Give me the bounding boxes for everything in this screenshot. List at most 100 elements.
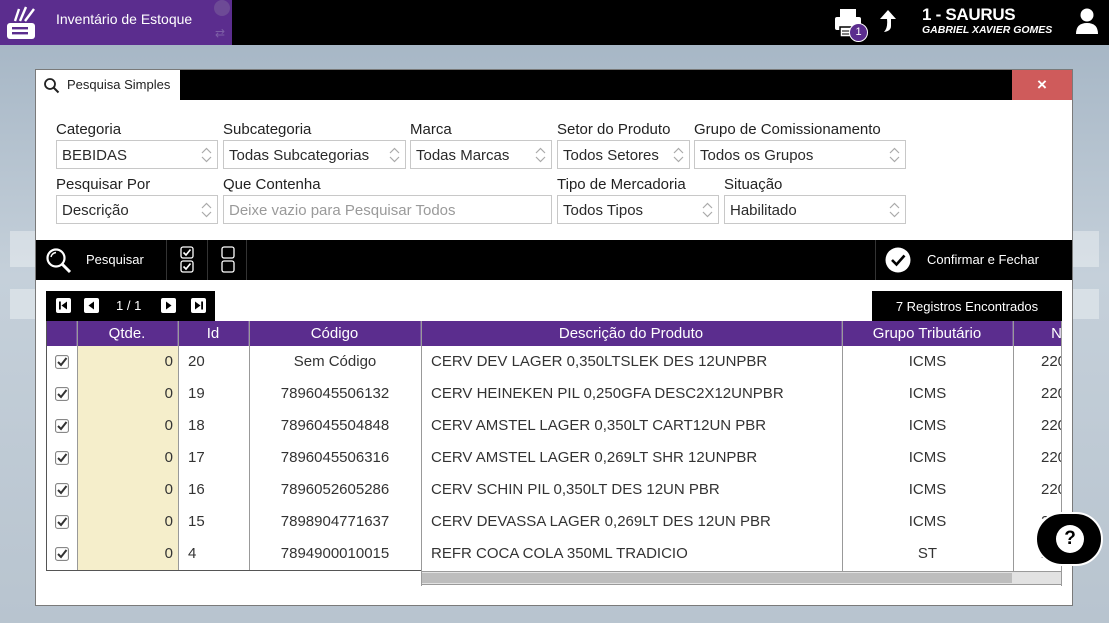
stack-logo-icon [7, 6, 35, 39]
tab-simple-search[interactable]: Pesquisa Simples [36, 70, 180, 100]
table-row[interactable]: 0 16 7896052605286 CERV SCHIN PIL 0,350LT D… [46, 474, 1062, 506]
table-row[interactable]: 0 17 7896045506316 CERV AMSTEL LAGER 0,269L… [46, 442, 1062, 474]
goods-type-value: Todos Tipos [563, 202, 644, 219]
first-page-icon [59, 301, 67, 310]
cell-code: Sem Código [293, 353, 377, 370]
sector-label: Setor do Produto [557, 121, 671, 138]
upload-arrow-icon[interactable] [878, 8, 898, 34]
cell-qty[interactable]: 0 [77, 538, 178, 570]
row-checkbox[interactable] [46, 442, 77, 474]
column-header-tax-group[interactable]: Grupo Tributário [842, 321, 1013, 346]
scrollbar-thumb[interactable] [422, 573, 1012, 583]
table-row[interactable]: 0 4 7894900010015 REFR COCA COLA 350ML TRAD… [46, 538, 1062, 570]
column-header-next[interactable]: N [1013, 321, 1062, 346]
cell-description: CERV AMSTEL LAGER 0,269LT SHR 12UNPBR [431, 449, 758, 466]
sector-select[interactable]: Todos Setores [557, 140, 690, 169]
cell-code: 7898904771637 [280, 513, 390, 530]
cell-id: 19 [188, 385, 205, 402]
goods-type-label: Tipo de Mercadoria [557, 176, 686, 193]
column-header-code[interactable]: Código [249, 321, 421, 346]
cell-qty[interactable]: 0 [77, 506, 178, 538]
app-title: Inventário de Estoque [56, 11, 193, 27]
table-row[interactable]: 0 15 7898904771637 CERV DEVASSA LAGER 0,269… [46, 506, 1062, 538]
status-select[interactable]: Habilitado [724, 195, 906, 224]
contains-field[interactable] [223, 195, 552, 224]
page-indicator: 1 / 1 [116, 298, 142, 313]
prev-page-button[interactable] [84, 298, 99, 313]
table-row[interactable]: 0 19 7896045506132 CERV HEINEKEN PIL 0,250G… [46, 378, 1062, 410]
category-select[interactable]: BEBIDAS [56, 140, 218, 169]
next-page-button[interactable] [161, 298, 176, 313]
row-checkbox[interactable] [46, 474, 77, 506]
category-value: BEBIDAS [62, 147, 128, 164]
grid-line [178, 321, 179, 571]
table-row[interactable]: 0 18 7896045504848 CERV AMSTEL LAGER 0,350L… [46, 410, 1062, 442]
updown-arrow-icon [702, 202, 713, 218]
goods-type-select[interactable]: Todos Tipos [557, 195, 719, 224]
next-page-icon [166, 301, 172, 310]
cell-id: 20 [188, 353, 205, 370]
contains-input[interactable] [229, 202, 549, 219]
check-circle-icon [885, 247, 911, 273]
sector-value: Todos Setores [563, 147, 659, 164]
commission-group-select[interactable]: Todos os Grupos [694, 140, 906, 169]
select-all-icon[interactable] [180, 246, 194, 274]
user-icon[interactable] [1075, 7, 1099, 35]
cell-id: 4 [188, 545, 197, 562]
close-button[interactable]: × [1012, 70, 1072, 100]
cell-code: 7896045506132 [280, 385, 390, 402]
cell-qty[interactable]: 0 [77, 346, 178, 378]
first-page-button[interactable] [56, 298, 71, 313]
grid-line [842, 321, 843, 571]
updown-arrow-icon [201, 147, 212, 163]
row-checkbox[interactable] [46, 410, 77, 442]
search-by-value: Descrição [62, 202, 129, 219]
checked-icon [54, 515, 69, 529]
cell-qty[interactable]: 0 [77, 410, 178, 442]
deselect-all-icon[interactable] [221, 246, 235, 274]
column-header-select[interactable] [46, 321, 77, 346]
last-page-icon [195, 301, 203, 310]
search-button[interactable]: Pesquisar [36, 240, 166, 280]
divider [207, 240, 208, 280]
column-header-id[interactable]: Id [178, 321, 249, 346]
app-tile[interactable]: Inventário de Estoque ⇄ [0, 0, 232, 45]
search-by-select[interactable]: Descrição [56, 195, 218, 224]
row-checkbox[interactable] [46, 346, 77, 378]
tile-close-icon[interactable] [214, 0, 230, 16]
brand-value: Todas Marcas [416, 147, 510, 164]
cell-tax-group: ICMS [908, 449, 947, 466]
status-label: Situação [724, 176, 783, 193]
last-page-button[interactable] [191, 298, 206, 313]
cell-tax-group: ICMS [908, 385, 947, 402]
help-button[interactable]: ? [1035, 512, 1103, 566]
confirm-close-button[interactable]: Confirmar e Fechar [876, 240, 1072, 280]
cell-qty[interactable]: 0 [77, 474, 178, 506]
column-header-description[interactable]: Descrição do Produto [421, 321, 842, 346]
sync-icon[interactable]: ⇄ [215, 26, 225, 40]
column-header-qty[interactable]: Qtde. [77, 321, 178, 346]
checked-icon [54, 451, 69, 465]
cell-description: CERV DEVASSA LAGER 0,269LT DES 12UN PBR [431, 513, 771, 530]
cell-description: CERV DEV LAGER 0,350LTSLEK DES 12UNPBR [431, 353, 768, 370]
horizontal-scrollbar[interactable] [421, 571, 1062, 585]
checked-icon [54, 419, 69, 433]
updown-arrow-icon [889, 202, 900, 218]
row-checkbox[interactable] [46, 538, 77, 570]
cell-code: 7896045504848 [280, 417, 390, 434]
subcategory-select[interactable]: Todas Subcategorias [223, 140, 406, 169]
cell-code: 7896052605286 [280, 481, 390, 498]
cell-qty[interactable]: 0 [77, 442, 178, 474]
updown-arrow-icon [201, 202, 212, 218]
brand-select[interactable]: Todas Marcas [410, 140, 552, 169]
updown-arrow-icon [389, 147, 400, 163]
status-value: Habilitado [730, 202, 797, 219]
row-checkbox[interactable] [46, 378, 77, 410]
grid-line [1013, 321, 1014, 571]
cell-tax-group: ICMS [908, 481, 947, 498]
cell-id: 18 [188, 417, 205, 434]
cell-qty[interactable]: 0 [77, 378, 178, 410]
user-info[interactable]: 1 - SAURUS GABRIEL XAVIER GOMES [922, 5, 1062, 36]
table-row[interactable]: 0 20 Sem Código CERV DEV LAGER 0,350LTSLEK … [46, 346, 1062, 378]
row-checkbox[interactable] [46, 506, 77, 538]
